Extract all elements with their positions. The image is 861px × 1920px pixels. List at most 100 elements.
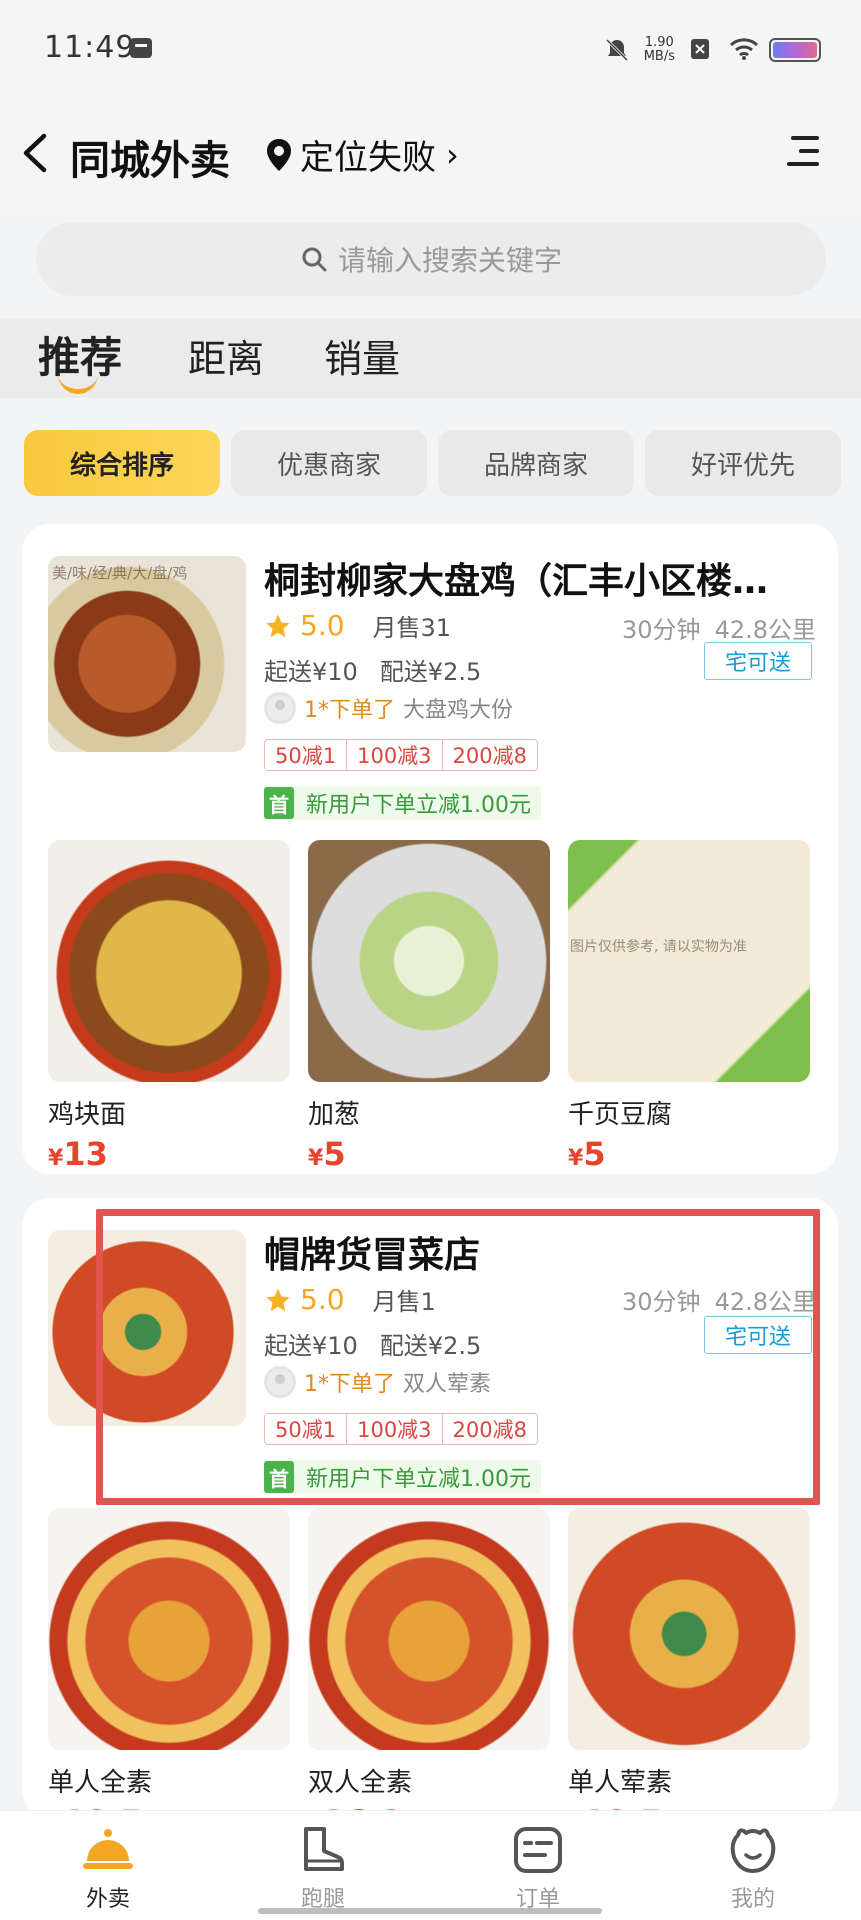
min-order: 起送¥10 bbox=[264, 1332, 358, 1360]
fee-row: 起送¥10 配送¥2.5 bbox=[264, 1326, 481, 1361]
menu-item-image[interactable] bbox=[568, 1508, 810, 1750]
rating-value: 5.0 bbox=[300, 1283, 345, 1316]
chip-discount-shops[interactable]: 优惠商家 bbox=[231, 430, 427, 496]
bottom-nav: 外卖 跑腿 订单 我的 bbox=[0, 1810, 861, 1920]
order-icon bbox=[511, 1825, 565, 1875]
distance: 42.8公里 bbox=[714, 616, 816, 644]
app-page: 11:49 1.90 MB/s 同城外卖 定位失败 › 请输入搜索关键字 推荐 … bbox=[0, 0, 861, 1920]
recent-order-row: 1*下单了 双人荤素 bbox=[264, 1366, 491, 1398]
menu-item[interactable]: 单人全素 ¥18.5起 bbox=[48, 1508, 290, 1841]
takeout-icon bbox=[81, 1825, 135, 1875]
order-highlight: 1*下单了 bbox=[304, 1372, 395, 1397]
promo-tag: 100减3 bbox=[346, 740, 441, 770]
promo-tag: 50减1 bbox=[275, 1418, 337, 1442]
nav-profile[interactable]: 我的 bbox=[693, 1825, 813, 1913]
status-time: 11:49 bbox=[44, 30, 136, 65]
location-pin-icon bbox=[267, 138, 291, 171]
menu-item[interactable]: 单人荤素 ¥18.5起 bbox=[568, 1508, 810, 1841]
rating-row: 5.0 月售1 bbox=[264, 1282, 436, 1317]
menu-item[interactable]: 双人全素 ¥36.8起 bbox=[308, 1508, 550, 1841]
new-user-promo-text: 新用户下单立减1.00元 bbox=[306, 793, 531, 818]
chip-brand-shops[interactable]: 品牌商家 bbox=[438, 430, 634, 496]
message-icon bbox=[130, 38, 152, 58]
promo-tags: 50减1 100减3 200减8 bbox=[264, 739, 538, 771]
star-icon bbox=[266, 1287, 290, 1311]
delivery-fee: 配送¥2.5 bbox=[379, 658, 482, 686]
order-item: 大盘鸡大份 bbox=[403, 698, 514, 723]
sim-off-icon bbox=[689, 37, 715, 63]
speed-unit: MB/s bbox=[643, 49, 675, 64]
chip-overall-sort[interactable]: 综合排序 bbox=[24, 430, 220, 496]
menu-item[interactable]: 图片仅供参考, 请以实物为准 千页豆腐 ¥5 bbox=[568, 840, 810, 1173]
thumbnail-caption: 美/味/经/典/大/盘/鸡 bbox=[52, 564, 188, 582]
nav-takeout[interactable]: 外卖 bbox=[48, 1825, 168, 1913]
menu-item-image[interactable] bbox=[308, 840, 550, 1082]
back-arrow-icon bbox=[23, 133, 47, 173]
delivery-fee: 配送¥2.5 bbox=[379, 1332, 482, 1360]
menu-item-name: 单人荤素 bbox=[568, 1768, 673, 1798]
shop-name[interactable]: 帽牌货冒菜店 bbox=[264, 1226, 824, 1278]
mute-bell-icon bbox=[604, 37, 630, 63]
boot-icon bbox=[296, 1825, 350, 1875]
menu-item-price: ¥13 bbox=[48, 1135, 108, 1173]
image-watermark: 图片仅供参考, 请以实物为准 bbox=[570, 939, 747, 955]
back-button[interactable] bbox=[14, 128, 64, 178]
tab-active-indicator bbox=[58, 374, 98, 394]
profile-icon bbox=[726, 1825, 780, 1875]
menu-item-name: 双人全素 bbox=[308, 1768, 413, 1798]
tab-distance[interactable]: 距离 bbox=[188, 328, 264, 383]
search-bar[interactable]: 请输入搜索关键字 bbox=[36, 222, 826, 296]
speed-value: 1.90 bbox=[644, 35, 674, 50]
monthly-sales: 月售1 bbox=[372, 1288, 436, 1316]
menu-item-image[interactable] bbox=[308, 1508, 550, 1750]
nav-orders[interactable]: 订单 bbox=[478, 1825, 598, 1913]
promo-tag: 100减3 bbox=[346, 1414, 441, 1444]
shop-name[interactable]: 桐封柳家大盘鸡（汇丰小区楼… bbox=[264, 552, 824, 604]
location-arrow-icon: › bbox=[446, 135, 459, 174]
promo-tag: 50减1 bbox=[275, 744, 337, 768]
menu-item-name: 鸡块面 bbox=[48, 1100, 127, 1130]
nav-label: 我的 bbox=[730, 1887, 775, 1912]
delivery-tag: 宅可送 bbox=[704, 1316, 812, 1354]
location-selector[interactable]: 定位失败 › bbox=[264, 130, 459, 179]
delivery-tag: 宅可送 bbox=[704, 642, 812, 680]
shop-thumbnail[interactable]: 美/味/经/典/大/盘/鸡 bbox=[48, 556, 246, 752]
menu-item-image[interactable]: 图片仅供参考, 请以实物为准 bbox=[568, 840, 810, 1082]
battery-icon bbox=[769, 38, 821, 62]
tab-sales[interactable]: 销量 bbox=[324, 328, 400, 383]
menu-item-price: ¥5 bbox=[568, 1135, 606, 1173]
home-indicator[interactable] bbox=[258, 1908, 602, 1914]
network-speed: 1.90 MB/s bbox=[644, 36, 675, 64]
distance: 42.8公里 bbox=[714, 1288, 816, 1316]
status-right: 1.90 MB/s bbox=[604, 32, 821, 68]
menu-button[interactable] bbox=[787, 130, 823, 172]
wifi-icon bbox=[729, 37, 759, 63]
chip-top-rated[interactable]: 好评优先 bbox=[645, 430, 841, 496]
nav-errand[interactable]: 跑腿 bbox=[263, 1825, 383, 1913]
new-user-promo-text: 新用户下单立减1.00元 bbox=[306, 1467, 531, 1492]
page-title: 同城外卖 bbox=[70, 138, 230, 184]
shop-card[interactable]: 美/味/经/典/大/盘/鸡 桐封柳家大盘鸡（汇丰小区楼… 5.0 月售31 30… bbox=[22, 524, 838, 1174]
shop-card[interactable]: 帽牌货冒菜店 5.0 月售1 30分钟 42.8公里 起送¥10 配送¥2.5 宅可… bbox=[22, 1198, 838, 1841]
menu-item-price: ¥5 bbox=[308, 1135, 346, 1173]
avatar bbox=[264, 1366, 296, 1398]
menu-item-image[interactable] bbox=[48, 840, 290, 1082]
menu-item[interactable]: 鸡块面 ¥13 bbox=[48, 840, 290, 1173]
menu-item[interactable]: 加葱 ¥5 bbox=[308, 840, 550, 1173]
search-icon bbox=[302, 247, 327, 272]
menu-item-name: 单人全素 bbox=[48, 1768, 153, 1798]
min-order: 起送¥10 bbox=[264, 658, 358, 686]
delivery-time: 30分钟 bbox=[622, 1288, 701, 1316]
recent-order-row: 1*下单了 大盘鸡大份 bbox=[264, 692, 513, 724]
promo-tag: 200减8 bbox=[441, 1414, 537, 1444]
menu-item-name: 加葱 bbox=[308, 1100, 361, 1130]
sort-chips: 综合排序 优惠商家 品牌商家 好评优先 bbox=[0, 398, 861, 508]
shop-thumbnail[interactable] bbox=[48, 1230, 246, 1426]
order-item: 双人荤素 bbox=[403, 1372, 492, 1397]
menu-item-image[interactable] bbox=[48, 1508, 290, 1750]
promo-tag: 200减8 bbox=[441, 740, 537, 770]
location-text: 定位失败 bbox=[300, 138, 436, 178]
status-bar: 11:49 1.90 MB/s bbox=[0, 0, 861, 100]
search-input[interactable]: 请输入搜索关键字 bbox=[338, 239, 562, 279]
top-header: 同城外卖 定位失败 › bbox=[0, 100, 861, 216]
